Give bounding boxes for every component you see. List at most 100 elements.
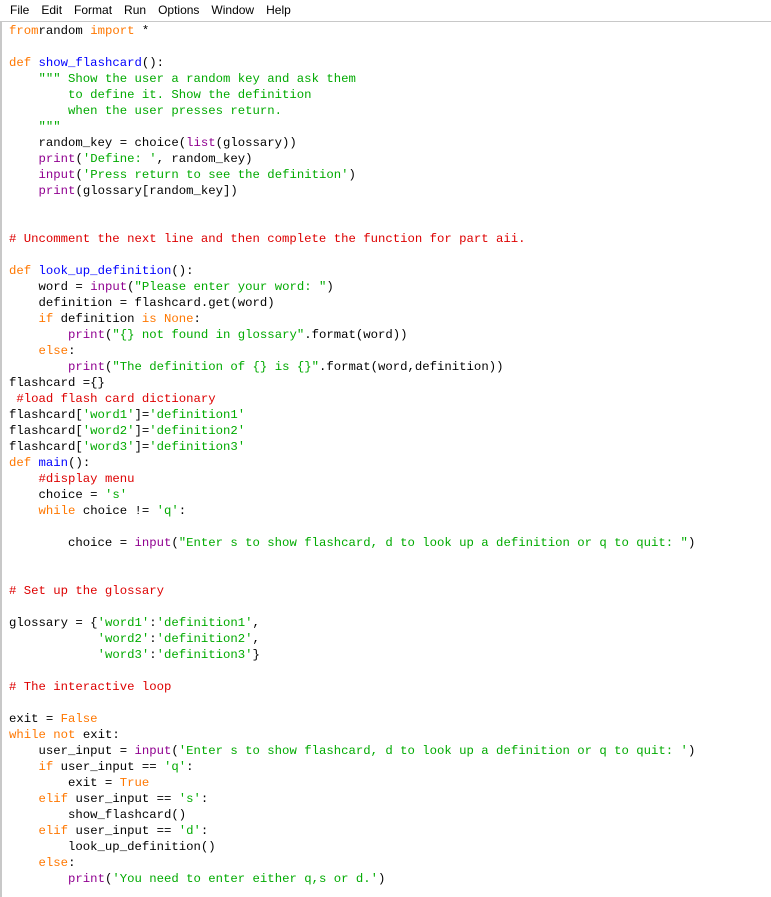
code-line[interactable]: flashcard['word2']='definition2' (9, 423, 771, 439)
code-token: ) (687, 744, 696, 758)
code-line[interactable]: print("The definition of {} is {}".forma… (9, 359, 771, 375)
code-line[interactable]: look_up_definition() (9, 839, 771, 855)
code-token: user_input == (68, 824, 179, 838)
code-line[interactable]: flashcard['word3']='definition3' (9, 439, 771, 455)
code-token: ]= (134, 424, 150, 438)
code-line[interactable]: print('Define: ', random_key) (9, 151, 771, 167)
code-line[interactable]: elif user_input == 'd': (9, 823, 771, 839)
code-token: word = (9, 280, 91, 294)
code-line[interactable] (9, 567, 771, 583)
code-line[interactable]: choice = 's' (9, 487, 771, 503)
code-token: ) (348, 168, 356, 182)
menu-format[interactable]: Format (68, 0, 118, 21)
code-token: * (134, 24, 150, 38)
code-line[interactable] (9, 247, 771, 263)
code-line[interactable]: # Uncomment the next line and then compl… (9, 231, 771, 247)
code-line[interactable]: # Set up the glossary (9, 583, 771, 599)
code-line[interactable] (9, 39, 771, 55)
code-token: ( (171, 744, 179, 758)
code-line[interactable]: 'word3':'definition3'} (9, 647, 771, 663)
code-line[interactable]: def show_flashcard(): (9, 55, 771, 71)
code-line[interactable]: exit = True (9, 775, 771, 791)
code-token: input (134, 744, 172, 758)
code-token: 'definition2' (149, 424, 246, 438)
code-line[interactable]: word = input("Please enter your word: ") (9, 279, 771, 295)
menu-options[interactable]: Options (152, 0, 205, 21)
code-line[interactable]: user_input = input('Enter s to show flas… (9, 743, 771, 759)
menu-window[interactable]: Window (205, 0, 260, 21)
menu-file[interactable]: File (0, 0, 35, 21)
code-line[interactable]: definition = flashcard.get(word) (9, 295, 771, 311)
code-token: "{} not found in glossary" (112, 328, 305, 342)
code-line[interactable]: if definition is None: (9, 311, 771, 327)
code-token: """ Show the user a random key and ask t… (38, 72, 356, 86)
code-token: (glossary)) (215, 136, 297, 150)
code-line[interactable]: when the user presses return. (9, 103, 771, 119)
code-token: True (119, 776, 150, 790)
code-editor[interactable]: fromrandom import * def show_flashcard():… (9, 23, 771, 897)
code-token: 'word3' (82, 440, 135, 454)
menu-run[interactable]: Run (118, 0, 152, 21)
code-token: 'q' (164, 760, 187, 774)
code-line[interactable]: def look_up_definition(): (9, 263, 771, 279)
code-line[interactable]: elif user_input == 's': (9, 791, 771, 807)
code-token: 'definition1' (149, 408, 246, 422)
code-line[interactable]: show_flashcard() (9, 807, 771, 823)
code-line[interactable]: glossary = {'word1':'definition1', (9, 615, 771, 631)
code-token: } (252, 648, 260, 662)
code-token: (glossary[random_key]) (75, 184, 238, 198)
code-line[interactable]: else: (9, 343, 771, 359)
code-line[interactable]: #display menu (9, 471, 771, 487)
code-token: ( (171, 536, 179, 550)
code-line[interactable]: else: (9, 855, 771, 871)
code-token: # Uncomment the next line and then compl… (9, 232, 526, 246)
code-line[interactable]: choice = input("Enter s to show flashcar… (9, 535, 771, 551)
code-line[interactable]: if user_input == 'q': (9, 759, 771, 775)
code-token: #display menu (38, 472, 135, 486)
code-token: : (149, 648, 157, 662)
code-line[interactable] (9, 663, 771, 679)
code-line[interactable]: flashcard['word1']='definition1' (9, 407, 771, 423)
code-line[interactable]: print("{} not found in glossary".format(… (9, 327, 771, 343)
code-token: input (134, 536, 172, 550)
code-token: show_flashcard() (9, 808, 187, 822)
code-line[interactable]: print('You need to enter either q,s or d… (9, 871, 771, 887)
code-line[interactable]: fromrandom import * (9, 23, 771, 39)
code-line[interactable]: to define it. Show the definition (9, 87, 771, 103)
code-line[interactable]: #load flash card dictionary (9, 391, 771, 407)
code-line[interactable] (9, 695, 771, 711)
code-line[interactable]: def main(): (9, 455, 771, 471)
menu-edit[interactable]: Edit (35, 0, 68, 21)
code-line[interactable] (9, 199, 771, 215)
menu-help[interactable]: Help (260, 0, 297, 21)
code-line[interactable] (9, 519, 771, 535)
code-line[interactable]: while not exit: (9, 727, 771, 743)
code-line[interactable] (9, 551, 771, 567)
code-token: exit = (9, 712, 61, 726)
code-line[interactable]: exit = False (9, 711, 771, 727)
code-line[interactable]: while choice != 'q': (9, 503, 771, 519)
code-line[interactable]: # The interactive loop (9, 679, 771, 695)
code-token: : (186, 760, 194, 774)
code-token: """ (9, 120, 61, 134)
code-token: is (141, 312, 157, 326)
code-line[interactable] (9, 215, 771, 231)
code-line[interactable]: random_key = choice(list(glossary)) (9, 135, 771, 151)
code-line[interactable] (9, 599, 771, 615)
code-line[interactable]: input('Press return to see the definitio… (9, 167, 771, 183)
code-token: 'Press return to see the definition' (82, 168, 349, 182)
code-line[interactable]: """ (9, 119, 771, 135)
code-line[interactable]: flashcard ={} (9, 375, 771, 391)
code-line[interactable]: print(glossary[random_key]) (9, 183, 771, 199)
code-line[interactable]: 'word2':'definition2', (9, 631, 771, 647)
code-line[interactable]: """ Show the user a random key and ask t… (9, 71, 771, 87)
